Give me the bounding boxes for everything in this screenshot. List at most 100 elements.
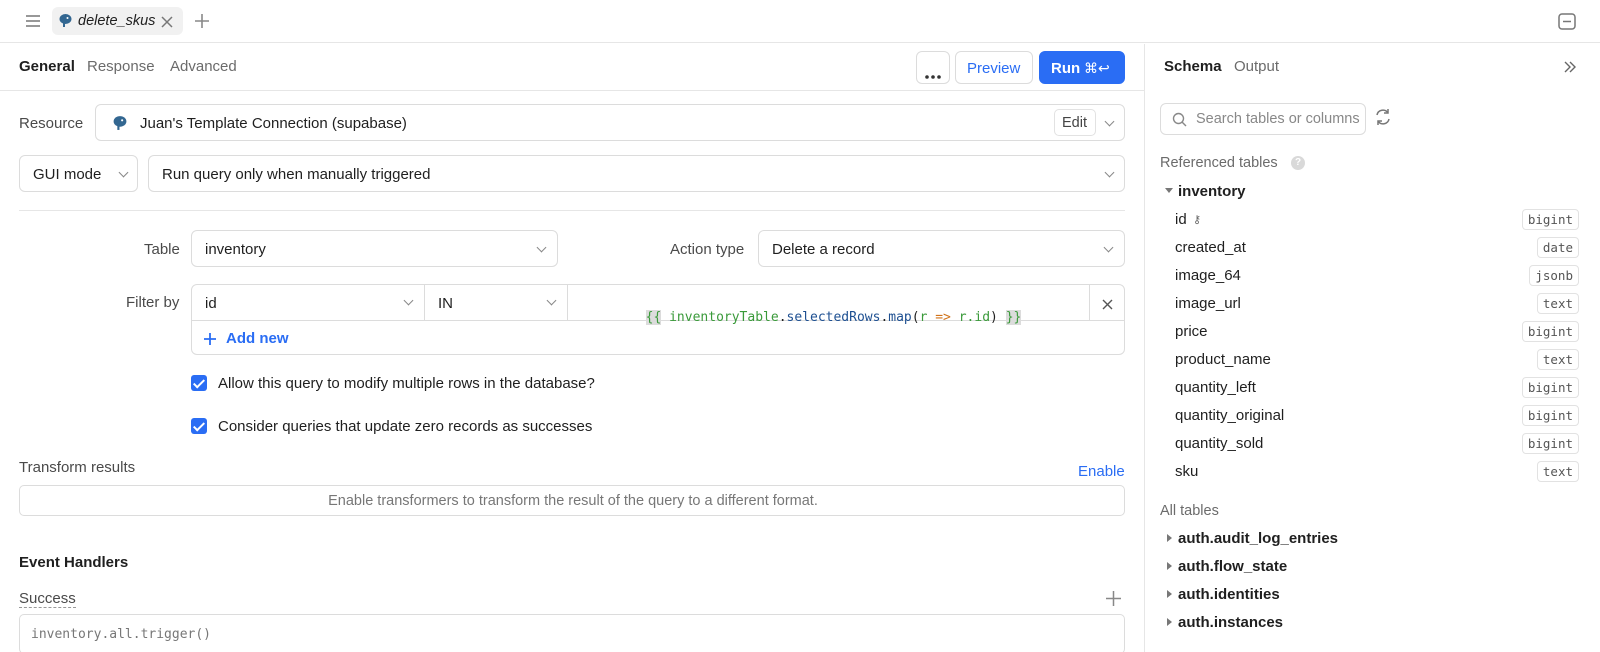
chevron-down-icon xyxy=(118,167,129,178)
tab-advanced[interactable]: Advanced xyxy=(170,58,237,75)
run-button-label: Run xyxy=(1051,60,1081,77)
preview-button[interactable]: Preview xyxy=(955,51,1033,84)
code-arrow: => xyxy=(935,310,951,325)
remove-filter-button[interactable] xyxy=(1090,285,1125,321)
query-editor-pane: General Response Advanced Preview Run ⌘↩… xyxy=(0,44,1144,652)
table-label: Table xyxy=(144,241,180,258)
edit-resource-button[interactable]: Edit xyxy=(1054,109,1096,136)
code-property: selectedRows xyxy=(786,310,881,325)
divider xyxy=(19,210,1125,211)
caret-down-icon[interactable] xyxy=(1165,188,1173,193)
transform-placeholder: Enable transformers to transform the res… xyxy=(19,485,1125,516)
all-tables-item[interactable]: auth.audit_log_entries xyxy=(1178,530,1338,547)
editor-header: General Response Advanced Preview Run ⌘↩ xyxy=(0,44,1144,91)
schema-column-row[interactable]: quantity_sold bigint xyxy=(1175,430,1579,458)
schema-column-row[interactable]: quantity_original bigint xyxy=(1175,402,1579,430)
resource-value: Juan's Template Connection (supabase) xyxy=(140,115,407,132)
all-tables-item[interactable]: auth.identities xyxy=(1178,586,1280,603)
postgres-icon xyxy=(112,115,128,135)
run-button[interactable]: Run ⌘↩ xyxy=(1039,51,1125,84)
edit-resource-label: Edit xyxy=(1062,115,1087,131)
add-filter-label: Add new xyxy=(226,330,289,347)
resource-label: Resource xyxy=(19,115,84,132)
code-object: inventoryTable xyxy=(669,310,779,325)
all-tables-label: All tables xyxy=(1160,503,1219,519)
zero-records-label: Consider queries that update zero record… xyxy=(218,418,593,435)
close-icon xyxy=(1102,297,1113,314)
action-type-value: Delete a record xyxy=(772,241,875,258)
zero-records-checkbox[interactable] xyxy=(191,418,207,434)
close-tab-icon[interactable] xyxy=(161,15,173,32)
double-chevron-right-icon[interactable] xyxy=(1563,60,1577,77)
tab-general[interactable]: General xyxy=(19,58,75,75)
trigger-mode-value: Run query only when manually triggered xyxy=(162,166,431,183)
schema-column-row[interactable]: product_name text xyxy=(1175,346,1579,374)
caret-right-icon[interactable] xyxy=(1167,618,1172,626)
schema-column-row[interactable]: image_64 jsonb xyxy=(1175,262,1579,290)
query-tab[interactable]: delete_skus xyxy=(52,7,183,35)
all-tables-item[interactable]: auth.instances xyxy=(1178,614,1283,631)
referenced-table-name[interactable]: inventory xyxy=(1178,183,1246,200)
query-tab-bar: delete_skus xyxy=(0,0,1600,43)
resource-select[interactable]: Juan's Template Connection (supabase) Ed… xyxy=(95,104,1125,141)
collapse-panel-icon[interactable] xyxy=(1558,13,1576,34)
schema-column-row[interactable]: price bigint xyxy=(1175,318,1579,346)
plus-icon xyxy=(204,332,216,349)
schema-column-row[interactable]: id ⚷ bigint xyxy=(1175,206,1579,234)
caret-right-icon[interactable] xyxy=(1167,590,1172,598)
code-close-brace: }} xyxy=(1005,310,1022,325)
schema-column-row[interactable]: quantity_left bigint xyxy=(1175,374,1579,402)
trigger-mode-select[interactable]: Run query only when manually triggered xyxy=(148,155,1125,192)
allow-multiple-checkbox[interactable] xyxy=(191,375,207,391)
ellipsis-icon xyxy=(925,66,941,83)
add-handler-icon[interactable] xyxy=(1106,591,1121,610)
allow-multiple-label: Allow this query to modify multiple rows… xyxy=(218,375,595,392)
caret-right-icon[interactable] xyxy=(1167,562,1172,570)
code-open-brace: {{ xyxy=(645,310,662,325)
table-value: inventory xyxy=(205,241,266,258)
success-handler-item[interactable]: inventory.all.trigger() xyxy=(19,614,1125,652)
gui-mode-value: GUI mode xyxy=(33,166,102,183)
transform-hint: Enable transformers to transform the res… xyxy=(328,493,818,509)
schema-search-placeholder: Search tables or columns xyxy=(1196,111,1360,127)
filter-operator-value: IN xyxy=(438,295,453,312)
tab-output[interactable]: Output xyxy=(1234,58,1279,75)
enable-transform-link[interactable]: Enable xyxy=(1078,463,1125,480)
filter-box: id IN {{ inventoryTable.selectedRows.map… xyxy=(191,284,1125,355)
action-type-select[interactable]: Delete a record xyxy=(758,230,1125,267)
refresh-icon[interactable] xyxy=(1374,108,1392,130)
transform-label: Transform results xyxy=(19,459,136,476)
run-shortcut: ⌘↩ xyxy=(1084,60,1110,76)
search-icon xyxy=(1172,112,1187,131)
chevron-down-icon xyxy=(1104,116,1115,127)
chevron-down-icon xyxy=(536,242,547,253)
action-type-label: Action type xyxy=(670,241,745,258)
all-tables-item[interactable]: auth.flow_state xyxy=(1178,558,1287,575)
table-select[interactable]: inventory xyxy=(191,230,558,267)
gui-mode-select[interactable]: GUI mode xyxy=(19,155,138,192)
success-handler-code: inventory.all.trigger() xyxy=(31,627,212,642)
more-options-button[interactable] xyxy=(916,51,950,84)
add-tab-icon[interactable] xyxy=(194,13,210,33)
tab-schema[interactable]: Schema xyxy=(1164,58,1222,75)
schema-column-row[interactable]: created_at date xyxy=(1175,234,1579,262)
filter-label: Filter by xyxy=(126,294,180,311)
schema-column-row[interactable]: image_url text xyxy=(1175,290,1579,318)
event-handlers-heading: Event Handlers xyxy=(19,554,129,571)
schema-search-input[interactable]: Search tables or columns xyxy=(1160,103,1366,135)
chevron-down-icon xyxy=(1103,242,1114,253)
filter-value-editor[interactable]: {{ inventoryTable.selectedRows.map(r => … xyxy=(568,285,1090,325)
caret-right-icon[interactable] xyxy=(1167,534,1172,542)
add-filter-button[interactable]: Add new xyxy=(204,328,314,350)
key-icon: ⚷ xyxy=(1193,214,1202,226)
schema-pane: Schema Output Search tables or columns R… xyxy=(1144,44,1600,652)
filter-column-value: id xyxy=(205,295,217,312)
tab-response[interactable]: Response xyxy=(87,58,155,75)
preview-button-label: Preview xyxy=(967,60,1021,77)
menu-icon[interactable] xyxy=(25,14,41,28)
schema-column-row[interactable]: sku text xyxy=(1175,458,1579,486)
referenced-tables-label: Referenced tables xyxy=(1160,155,1278,171)
filter-column-select[interactable]: id xyxy=(192,285,425,321)
help-icon: ? xyxy=(1291,156,1305,170)
filter-operator-select[interactable]: IN xyxy=(425,285,568,321)
